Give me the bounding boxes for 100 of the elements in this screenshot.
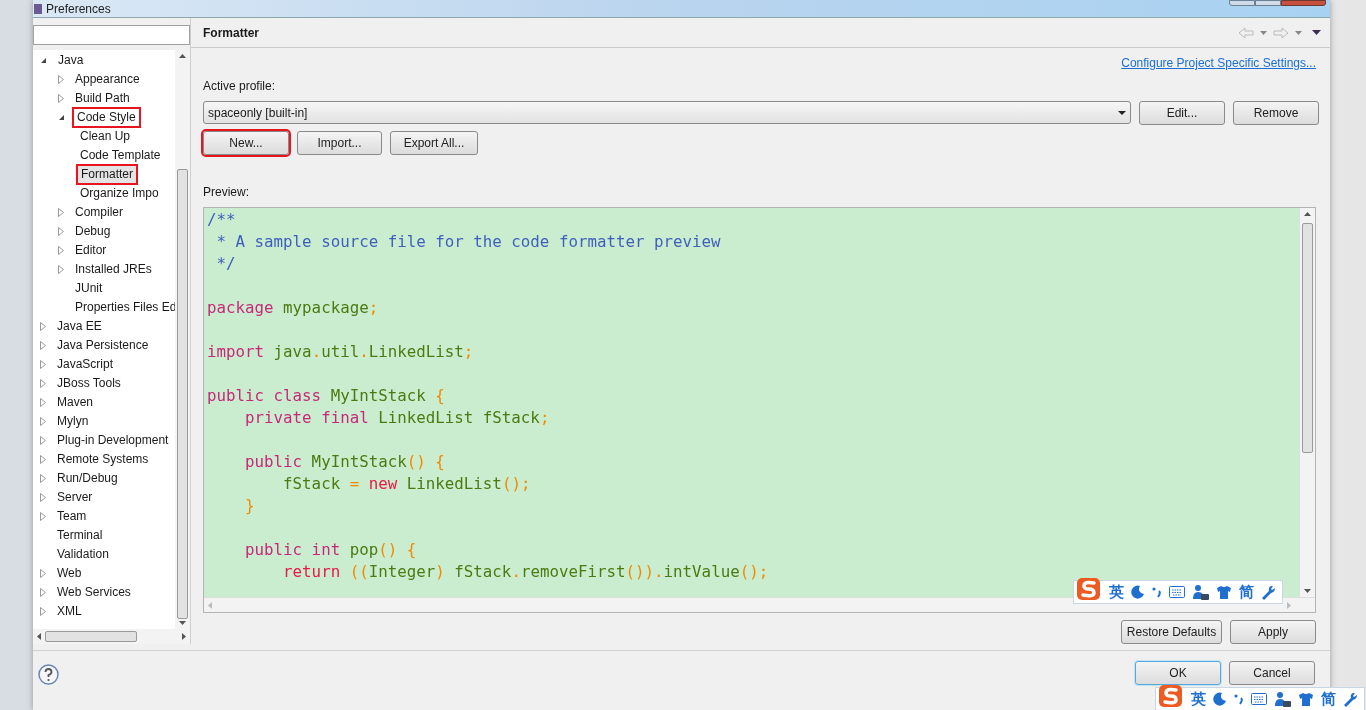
tree-item[interactable]: Organize Impo (33, 183, 175, 203)
tree-item[interactable]: JBoss Tools (33, 373, 175, 393)
dialog-button[interactable]: Edit... (1139, 101, 1225, 125)
dialog-button[interactable]: Apply (1230, 620, 1316, 644)
tree-item[interactable]: Web (33, 563, 175, 583)
tree-item[interactable]: Mylyn (33, 411, 175, 431)
tree-item[interactable]: Appearance (33, 69, 175, 89)
scroll-thumb[interactable] (1302, 222, 1313, 453)
dialog-button[interactable]: Restore Defaults (1121, 620, 1222, 644)
dialog-button[interactable]: Cancel (1229, 661, 1315, 685)
tree-item[interactable]: Clean Up (33, 126, 175, 146)
tree-item[interactable]: Terminal (33, 525, 175, 545)
tree-item[interactable]: Plug-in Development (33, 430, 175, 450)
dialog-button[interactable]: OK (1135, 661, 1221, 685)
collapsed-icon[interactable] (40, 321, 46, 331)
keyboard-icon[interactable] (1169, 586, 1185, 598)
close-button[interactable] (1281, 0, 1326, 6)
scrollbar[interactable] (1299, 208, 1315, 597)
collapsed-icon[interactable] (40, 454, 46, 464)
collapsed-icon[interactable] (40, 397, 46, 407)
dialog-button[interactable]: Export All... (390, 131, 478, 155)
logo-icon[interactable] (1158, 683, 1184, 709)
view-menu-icon[interactable] (1312, 30, 1321, 35)
collapsed-icon[interactable] (40, 435, 46, 445)
tree-item[interactable]: Validation (33, 544, 175, 564)
expanded-icon[interactable] (58, 113, 65, 121)
tree-item[interactable]: Debug (33, 221, 175, 241)
tree-item[interactable]: Run/Debug (33, 468, 175, 488)
moon-icon[interactable] (1213, 692, 1227, 706)
tree-item[interactable]: JUnit (33, 278, 175, 298)
collapsed-icon[interactable] (58, 207, 64, 217)
wrench-icon[interactable] (1261, 584, 1276, 600)
collapsed-icon[interactable] (58, 264, 64, 274)
tree-item[interactable]: Java (33, 50, 175, 70)
tree-item[interactable]: Maven (33, 392, 175, 412)
collapsed-icon[interactable] (58, 245, 64, 255)
collapsed-icon[interactable] (40, 492, 46, 502)
left-arrow-icon[interactable] (37, 633, 41, 640)
person-icon[interactable] (1192, 584, 1209, 600)
collapsed-icon[interactable] (40, 587, 46, 597)
collapsed-icon[interactable] (40, 359, 46, 369)
dialog-button[interactable]: Import... (297, 131, 382, 155)
punctuation-icon[interactable] (1234, 693, 1244, 705)
tree-item[interactable]: Properties Files Ed (33, 297, 175, 317)
scroll-thumb[interactable] (45, 631, 137, 642)
dialog-button[interactable]: Remove (1233, 101, 1319, 125)
tree-item[interactable]: Code Template (33, 145, 175, 165)
script-mode[interactable]: 简 (1321, 687, 1336, 710)
collapsed-icon[interactable] (58, 93, 64, 103)
tree-item[interactable]: Java EE (33, 316, 175, 336)
tree-item[interactable]: JavaScript (33, 354, 175, 374)
maximize-button[interactable] (1255, 0, 1281, 6)
back-icon[interactable] (1238, 26, 1254, 39)
collapsed-icon[interactable] (40, 473, 46, 483)
tree-item[interactable]: Remote Systems (33, 449, 175, 469)
wrench-icon[interactable] (1343, 691, 1358, 707)
collapsed-icon[interactable] (40, 378, 46, 388)
collapsed-icon[interactable] (40, 511, 46, 521)
forward-icon[interactable] (1273, 26, 1289, 39)
punctuation-icon[interactable] (1152, 586, 1162, 598)
up-arrow-icon[interactable] (179, 53, 186, 58)
tree-item[interactable]: XML (33, 601, 175, 621)
shirt-icon[interactable] (1298, 691, 1314, 707)
collapsed-icon[interactable] (40, 568, 46, 578)
tree-item[interactable]: Team (33, 506, 175, 526)
shirt-icon[interactable] (1216, 584, 1232, 600)
collapsed-icon[interactable] (40, 340, 46, 350)
moon-icon[interactable] (1131, 585, 1145, 599)
expanded-icon[interactable] (40, 56, 47, 64)
dropdown-icon[interactable] (1118, 110, 1126, 115)
code-line: private final LinkedList fStack; (244, 407, 550, 429)
tree-item[interactable]: Java Persistence (33, 335, 175, 355)
collapsed-icon[interactable] (58, 226, 64, 236)
filter-field[interactable] (33, 25, 190, 45)
collapsed-icon[interactable] (40, 606, 46, 616)
tree-item[interactable]: Installed JREs (33, 259, 175, 279)
tree-item[interactable]: Compiler (33, 202, 175, 222)
tree-item[interactable]: Formatter (33, 164, 175, 184)
tree-item[interactable]: Editor (33, 240, 175, 260)
tree-item[interactable]: Build Path (33, 88, 175, 108)
input-mode[interactable]: 英 (1109, 580, 1124, 604)
collapsed-icon[interactable] (40, 416, 46, 426)
collapsed-icon[interactable] (58, 74, 64, 84)
right-arrow-icon[interactable] (182, 633, 186, 640)
help-icon[interactable] (38, 664, 59, 685)
keyboard-icon[interactable] (1251, 693, 1267, 705)
minimize-button[interactable] (1229, 0, 1255, 6)
scroll-thumb[interactable] (177, 169, 188, 620)
configure-link[interactable]: Configure Project Specific Settings... (1121, 54, 1319, 72)
down-arrow-icon[interactable] (1304, 589, 1311, 593)
person-icon[interactable] (1274, 691, 1291, 707)
profile-dropdown[interactable]: spaceonly [built-in] (203, 101, 1131, 124)
dialog-button[interactable]: New... (203, 131, 289, 155)
input-mode[interactable]: 英 (1191, 687, 1206, 710)
script-mode[interactable]: 简 (1239, 580, 1254, 604)
up-arrow-icon[interactable] (1304, 212, 1311, 216)
logo-icon[interactable] (1076, 576, 1102, 602)
down-arrow-icon[interactable] (179, 621, 186, 625)
tree-item[interactable]: Server (33, 487, 175, 507)
tree-item[interactable]: Web Services (33, 582, 175, 602)
